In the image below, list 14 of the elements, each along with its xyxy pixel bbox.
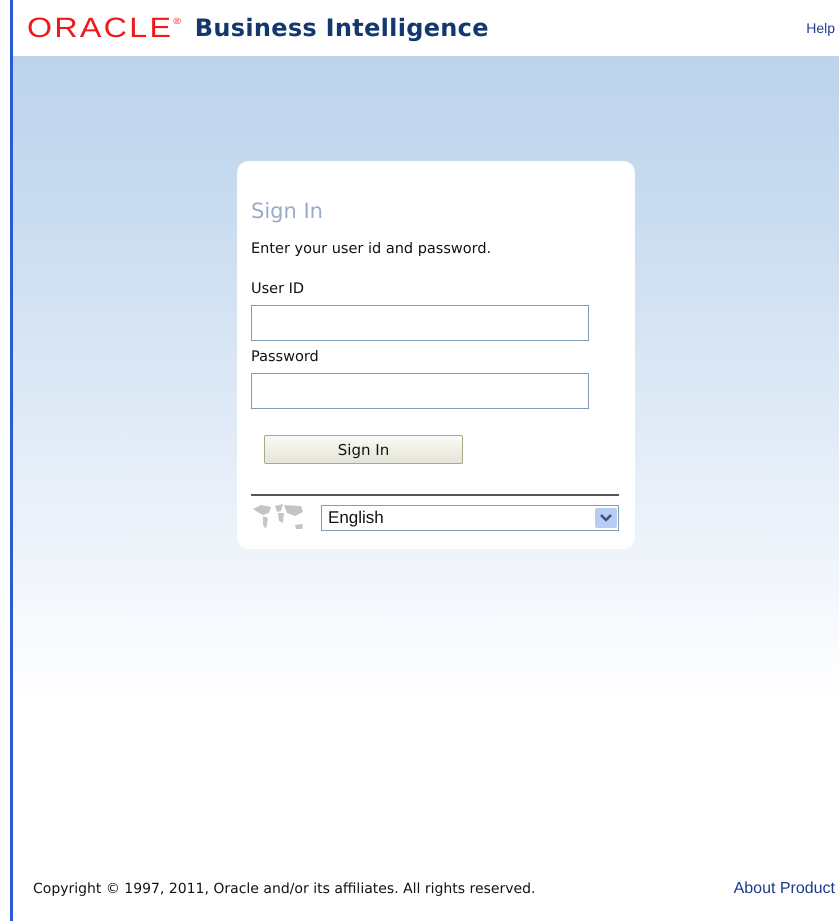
instructions-text: Enter your user id and password. (251, 241, 492, 257)
field-label: Password (251, 349, 320, 365)
input-field[interactable] (251, 373, 589, 409)
about-product-link[interactable]: About Product (734, 880, 835, 898)
sign-in-button[interactable]: Sign In (264, 435, 463, 464)
oracle-logo: ORACLE$^{®}$ (27, 12, 184, 44)
language-dropdown[interactable]: English (321, 505, 619, 531)
copyright-text: Copyright © 1997, 2011, Oracle and/or its affiliates. All rights reserved. (33, 881, 536, 897)
input-field[interactable] (251, 305, 589, 341)
product-title: Business Intelligence (194, 14, 489, 42)
field-label: User ID (251, 281, 306, 297)
sign-in-title: Sign In (251, 199, 324, 223)
chevron-down-icon (595, 508, 617, 528)
help-link[interactable]: Help (806, 20, 835, 36)
